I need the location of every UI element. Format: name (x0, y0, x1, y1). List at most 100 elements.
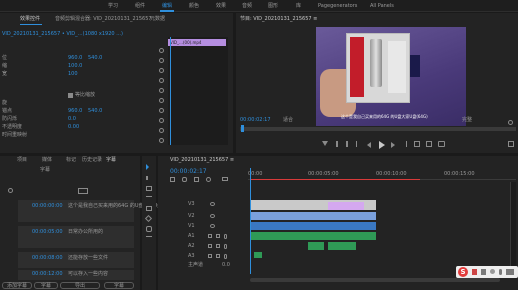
mark-in-icon[interactable] (336, 141, 338, 147)
caption-row[interactable]: 00:00:08:00 还能存放一些文件 (18, 252, 134, 268)
ripple-edit-tool-icon[interactable] (146, 186, 152, 191)
work-area-bar[interactable] (250, 179, 420, 180)
anti-flicker-value[interactable]: 0.0 (68, 117, 76, 122)
workspace-tab-assembly[interactable]: 组件 (135, 4, 145, 9)
scrub-bar[interactable] (240, 127, 516, 131)
search-icon[interactable] (8, 188, 13, 193)
scrub-playhead[interactable] (241, 125, 244, 132)
timeline-timecode[interactable]: 00:00:02:17 (170, 169, 207, 175)
reset-icon[interactable] (159, 88, 164, 93)
reset-icon[interactable] (159, 128, 164, 133)
workspace-tab-pagegenerators[interactable]: Pagegenerators (318, 4, 357, 9)
step-back-icon[interactable] (367, 142, 371, 148)
workspace-tab-libraries[interactable]: 库 (296, 4, 301, 9)
caption-row[interactable]: 00:00:05:00 日常办公所用的 (18, 226, 134, 248)
caption-row[interactable]: 00:00:00:00 这个是我自己买来用的64G 的U盘大家U盘(64G) (18, 200, 176, 222)
ime-mic-icon[interactable] (499, 269, 502, 275)
workspace-tab-effects[interactable]: 效果 (216, 4, 226, 9)
microphone-icon[interactable] (224, 254, 227, 259)
reset-icon[interactable] (159, 118, 164, 123)
solo-icon[interactable] (216, 254, 220, 258)
hand-tool-icon[interactable] (146, 226, 152, 232)
track-select-tool-icon[interactable] (146, 176, 152, 180)
opacity-value[interactable]: 0.00 (68, 125, 79, 130)
ime-punctuation-icon[interactable] (481, 269, 486, 275)
reset-icon[interactable] (159, 48, 164, 53)
scale-width-value[interactable]: 100 (68, 72, 78, 77)
add-caption-button[interactable]: 添加字幕 (2, 282, 32, 289)
audio-clip-a2b[interactable] (328, 242, 356, 250)
tab-project[interactable]: 项目 (17, 158, 27, 163)
solo-icon[interactable] (216, 244, 220, 248)
export-captions-button[interactable]: 导出 (60, 282, 100, 289)
captions-toolbar-icon[interactable] (78, 188, 88, 194)
add-button-icon[interactable] (508, 141, 514, 147)
microphone-icon[interactable] (224, 244, 227, 249)
step-forward-icon[interactable] (391, 142, 395, 148)
position-y-value[interactable]: 540.0 (88, 56, 102, 61)
tab-markers[interactable]: 标记 (66, 158, 76, 163)
reset-icon[interactable] (159, 78, 164, 83)
marker-icon[interactable] (322, 141, 328, 146)
track-label[interactable]: A1 (188, 234, 195, 239)
mute-icon[interactable] (208, 254, 212, 258)
master-value[interactable]: 0.0 (222, 263, 230, 268)
quality-dropdown[interactable]: 完整 (462, 118, 472, 123)
mini-playhead[interactable] (170, 37, 171, 145)
add-marker-icon[interactable] (194, 177, 199, 182)
workspace-tab-audio[interactable]: 音频 (242, 4, 252, 9)
workspace-tab-all-panels[interactable]: All Panels (370, 4, 394, 9)
microphone-icon[interactable] (224, 234, 227, 239)
horizontal-scrollbar[interactable] (250, 278, 500, 282)
tab-captions[interactable]: 字幕 (106, 158, 116, 163)
track-label[interactable]: V3 (188, 202, 195, 207)
mark-out-icon[interactable] (346, 141, 348, 147)
track-label[interactable]: V2 (188, 214, 195, 219)
type-tool-icon[interactable] (146, 236, 152, 242)
linked-selection-icon[interactable] (182, 177, 187, 182)
go-to-out-icon[interactable] (401, 141, 407, 147)
reset-icon[interactable] (159, 68, 164, 73)
snap-icon[interactable] (170, 177, 175, 182)
ime-toolbar[interactable]: S (456, 266, 518, 278)
pen-tool-icon[interactable] (144, 214, 153, 223)
selection-tool-icon[interactable] (146, 164, 149, 170)
lift-icon[interactable] (414, 141, 420, 147)
audio-clip-a2[interactable] (308, 242, 324, 250)
audio-clip-a1[interactable] (250, 232, 376, 240)
caption-button[interactable]: 字幕 (34, 282, 58, 289)
fit-dropdown[interactable]: 适合 (283, 118, 293, 123)
tab-effect-controls[interactable]: 效果控件 (20, 17, 40, 22)
caption-clip-highlight[interactable] (328, 202, 364, 210)
workspace-tab-graphics[interactable]: 图形 (268, 4, 278, 9)
caption-row[interactable]: 00:00:12:00 可以存入一些内容 (18, 270, 134, 280)
export-frame-icon[interactable] (438, 141, 445, 147)
play-icon[interactable] (379, 141, 385, 149)
timeline-tab[interactable]: VID_20210131_215657 ≡ (170, 158, 234, 163)
go-to-in-icon[interactable] (356, 141, 362, 147)
clip-label[interactable]: VID_20210131_215657 • VID_…(1080 x1920 .… (2, 32, 123, 37)
eye-icon[interactable] (210, 202, 215, 206)
ime-logo-icon[interactable]: S (458, 267, 468, 277)
scale-value[interactable]: 100.0 (68, 64, 82, 69)
reset-icon[interactable] (159, 58, 164, 63)
track-label[interactable]: V1 (188, 224, 195, 229)
caption-settings-button[interactable]: 字幕 (104, 282, 134, 289)
track-label[interactable]: A3 (188, 254, 195, 259)
reset-icon[interactable] (159, 138, 164, 143)
tab-audio-clip-mixer[interactable]: 音频剪辑混合器: VID_20210131_215657 (55, 17, 152, 22)
extract-icon[interactable] (426, 141, 432, 147)
workspace-tab-learn[interactable]: 学习 (108, 4, 118, 9)
workspace-tab-editing[interactable]: 编辑 (162, 4, 172, 9)
mute-icon[interactable] (208, 244, 212, 248)
video-clip-v1[interactable] (250, 222, 376, 230)
captions-display-icon[interactable] (222, 177, 228, 181)
mini-clip[interactable]: VID_…(00).mp4 (168, 39, 226, 46)
ime-chinese-icon[interactable] (472, 269, 477, 275)
wrench-icon[interactable] (206, 177, 211, 182)
eye-icon[interactable] (210, 214, 215, 218)
anchor-x-value[interactable]: 960.0 (68, 109, 82, 114)
tab-media[interactable]: 媒体 (42, 158, 52, 163)
timeline-playhead[interactable] (250, 168, 251, 274)
mute-icon[interactable] (208, 234, 212, 238)
